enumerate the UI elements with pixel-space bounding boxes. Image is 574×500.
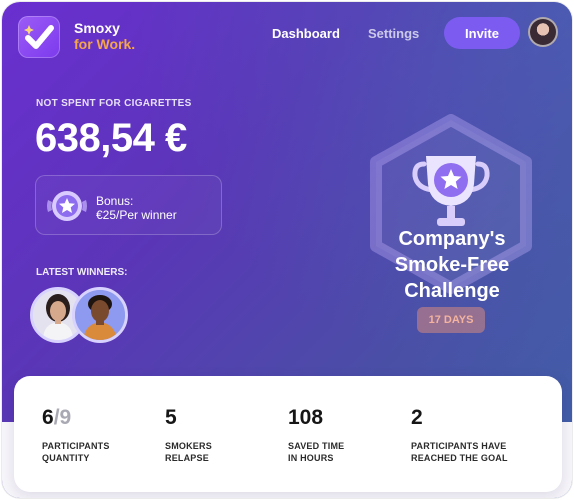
bonus-title: Bonus: <box>96 194 134 208</box>
savings-amount: 638,54 € <box>35 116 187 160</box>
savings-label: NOT SPENT FOR CIGARETTES <box>36 98 192 109</box>
stat-participants: 6/9 PARTICIPANTS QUANTITY <box>42 406 152 464</box>
nav-dashboard[interactable]: Dashboard <box>272 26 340 41</box>
stat-label-line: IN HOURS <box>288 453 334 463</box>
stat-value: 2 <box>411 406 423 429</box>
stat-label-line: SMOKERS <box>165 441 212 451</box>
brand-name: Smoxy <box>74 20 120 36</box>
challenge-title-line: Company's <box>398 228 506 250</box>
stat-value-count: 6 <box>42 406 54 429</box>
stat-label-line: RELAPSE <box>165 453 209 463</box>
stat-goal-reached: 2 PARTICIPANTS HAVE REACHED THE GOAL <box>411 406 521 464</box>
invite-button[interactable]: Invite <box>444 17 520 49</box>
stat-label: SMOKERS RELAPSE <box>165 440 275 464</box>
winner-avatar[interactable] <box>72 287 128 343</box>
stat-value: 6/9 <box>42 406 152 430</box>
stat-value-total: /9 <box>53 406 72 429</box>
stat-label: PARTICIPANTS QUANTITY <box>42 440 152 464</box>
stat-label-line: PARTICIPANTS <box>42 441 110 451</box>
stat-value: 5 <box>165 406 177 429</box>
user-avatar[interactable] <box>528 17 558 47</box>
stat-value: 108 <box>288 406 324 429</box>
challenge-title-line: Smoke-Free <box>394 254 510 276</box>
bonus-card: Bonus: €25/Per winner <box>35 175 222 235</box>
trophy-icon <box>412 156 490 226</box>
stat-label-line: SAVED TIME <box>288 441 345 451</box>
dashboard-card: Smoxy for Work. Dashboard Settings Invit… <box>2 2 572 498</box>
stat-saved-time: 108 SAVED TIME IN HOURS <box>288 406 398 464</box>
challenge-title-line: Challenge <box>404 280 500 302</box>
bonus-value: €25/Per winner <box>96 208 177 222</box>
brand: Smoxy for Work. <box>74 20 135 52</box>
stat-label-line: REACHED THE GOAL <box>411 453 508 463</box>
stat-label: SAVED TIME IN HOURS <box>288 440 398 464</box>
latest-winners-label: LATEST WINNERS: <box>36 267 128 278</box>
brand-tagline: for Work. <box>74 36 136 52</box>
stat-label-line: QUANTITY <box>42 453 90 463</box>
app-logo-icon[interactable] <box>18 16 60 58</box>
challenge-title: Company's Smoke-Free Challenge <box>372 226 532 304</box>
nav-settings[interactable]: Settings <box>368 26 419 41</box>
star-medal-icon <box>47 191 87 221</box>
stat-label-line: PARTICIPANTS HAVE <box>411 441 507 451</box>
stat-label: PARTICIPANTS HAVE REACHED THE GOAL <box>411 440 521 464</box>
stat-relapse: 5 SMOKERS RELAPSE <box>165 406 275 464</box>
days-badge: 17 DAYS <box>417 307 485 333</box>
stats-panel: 6/9 PARTICIPANTS QUANTITY 5 SMOKERS RELA… <box>14 376 562 492</box>
